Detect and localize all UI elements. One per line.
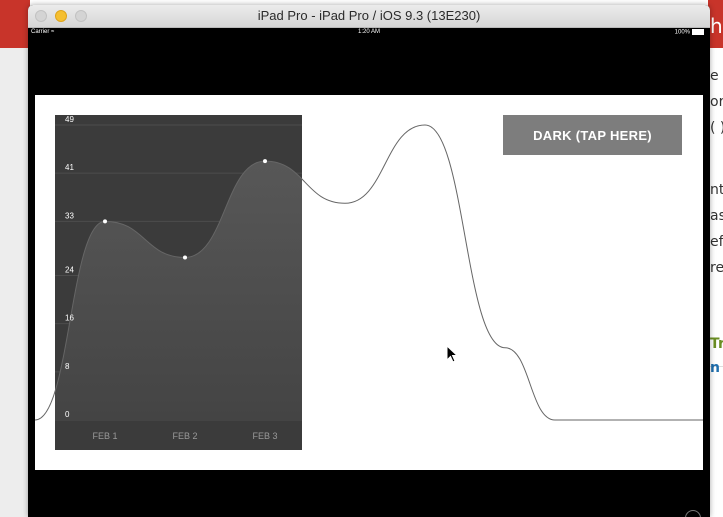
resize-indicator-icon — [685, 510, 701, 517]
y-tick-label: 8 — [65, 362, 70, 371]
y-tick-label: 0 — [65, 410, 70, 419]
background-text: rep — [710, 260, 723, 276]
background-link[interactable]: n — [710, 360, 720, 376]
status-time: 1:20 AM — [357, 29, 380, 35]
background-page-left — [0, 0, 30, 517]
background-page-right: e s or ( ) nt as ef rep Tr n — [708, 48, 723, 517]
simulator-window: iPad Pro - iPad Pro / iOS 9.3 (13E230) C… — [28, 5, 710, 517]
y-tick-label: 49 — [65, 115, 74, 124]
title-bar[interactable]: iPad Pro - iPad Pro / iOS 9.3 (13E230) — [28, 5, 710, 28]
background-header-text: h — [710, 14, 723, 38]
window-title: iPad Pro - iPad Pro / iOS 9.3 (13E230) — [257, 8, 481, 23]
data-point — [183, 255, 187, 260]
x-tick-label: FEB 3 — [252, 431, 277, 441]
area-fill — [55, 161, 302, 420]
y-tick-label: 33 — [65, 211, 74, 220]
app-content: 0 8 16 24 33 41 49 FEB 1 FEB 2 FEB 3 DARK (TAP H… — [35, 95, 703, 470]
x-tick-label: FEB 2 — [172, 431, 197, 441]
data-point — [103, 219, 107, 224]
ios-status-bar: Carrier ≈ 1:20 AM 100% — [28, 27, 710, 39]
battery-indicator: 100% — [675, 29, 704, 36]
y-tick-label: 24 — [65, 266, 74, 275]
background-page-header — [0, 0, 30, 48]
dark-mode-button[interactable]: DARK (TAP HERE) — [503, 115, 682, 155]
mouse-cursor-icon — [446, 345, 459, 363]
background-text: ( ) — [710, 120, 723, 136]
data-point — [263, 159, 267, 164]
background-text: ef — [710, 234, 723, 250]
background-text: as — [710, 208, 723, 224]
y-tick-label: 41 — [65, 163, 74, 172]
background-link[interactable]: Tr — [710, 336, 723, 352]
y-tick-label: 16 — [65, 314, 74, 323]
background-text: e s — [710, 68, 723, 84]
battery-percent: 100% — [674, 29, 690, 36]
x-tick-label: FEB 1 — [92, 431, 117, 441]
background-text: or — [710, 94, 723, 110]
background-text: nt — [710, 182, 723, 198]
battery-icon — [692, 29, 704, 35]
background-page-header-right: h — [708, 0, 723, 48]
